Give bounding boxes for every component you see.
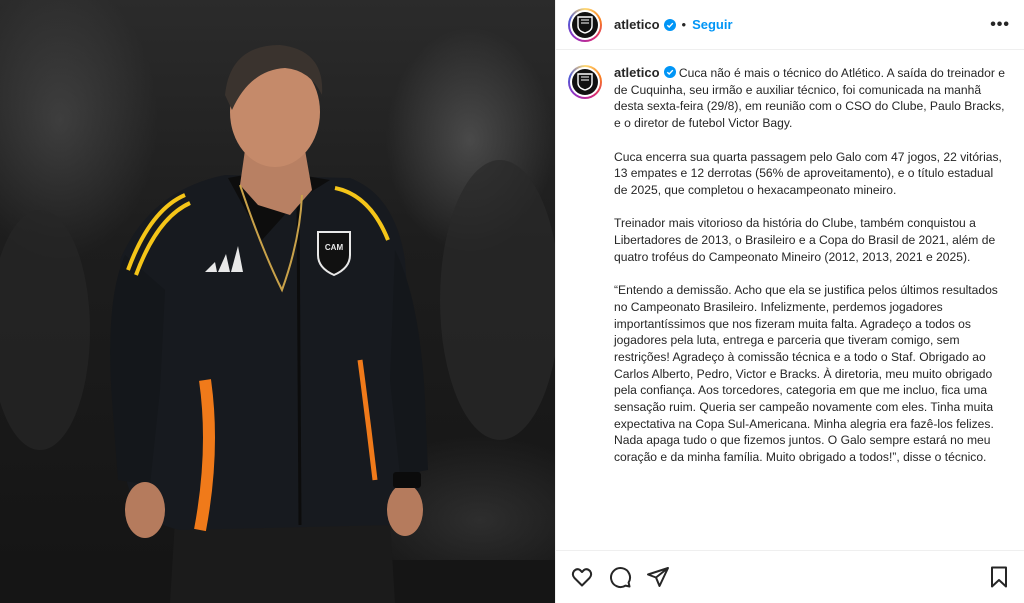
username-link[interactable]: atletico [614, 17, 660, 32]
post-image[interactable]: CAM [0, 0, 555, 603]
post-panel: atletico • Seguir ••• atletico Cuca não … [555, 0, 1024, 603]
caption-paragraph: atletico Cuca não é mais o técnico do At… [614, 65, 1009, 132]
caption-username-link[interactable]: atletico [614, 65, 660, 80]
crest-text: CAM [325, 243, 344, 252]
verified-badge-icon [663, 66, 676, 78]
club-crest-icon [577, 15, 593, 34]
coach-photo-illustration: CAM [0, 45, 555, 603]
separator-dot: • [681, 17, 687, 32]
verified-badge-icon [663, 18, 676, 31]
caption-paragraph-3: Treinador mais vitorioso da história do … [614, 216, 996, 264]
more-options-icon[interactable]: ••• [990, 16, 1010, 34]
profile-avatar[interactable] [568, 7, 602, 42]
caption-paragraph-2: Cuca encerra sua quarta passagem pelo Ga… [614, 149, 1002, 197]
caption-avatar[interactable] [568, 65, 602, 99]
share-icon[interactable] [646, 565, 670, 589]
caption-text: atletico Cuca não é mais o técnico do At… [614, 65, 1009, 549]
post-header: atletico • Seguir ••• [556, 0, 1024, 50]
heart-icon[interactable] [570, 565, 594, 589]
bookmark-icon[interactable] [987, 565, 1011, 589]
follow-button[interactable]: Seguir [692, 17, 732, 32]
caption-paragraph-4: “Entendo a demissão. Acho que ela se jus… [614, 283, 998, 465]
post-caption: atletico Cuca não é mais o técnico do At… [556, 51, 1024, 549]
action-bar [556, 550, 1024, 603]
club-crest-icon [577, 73, 593, 91]
comment-icon[interactable] [608, 565, 632, 589]
